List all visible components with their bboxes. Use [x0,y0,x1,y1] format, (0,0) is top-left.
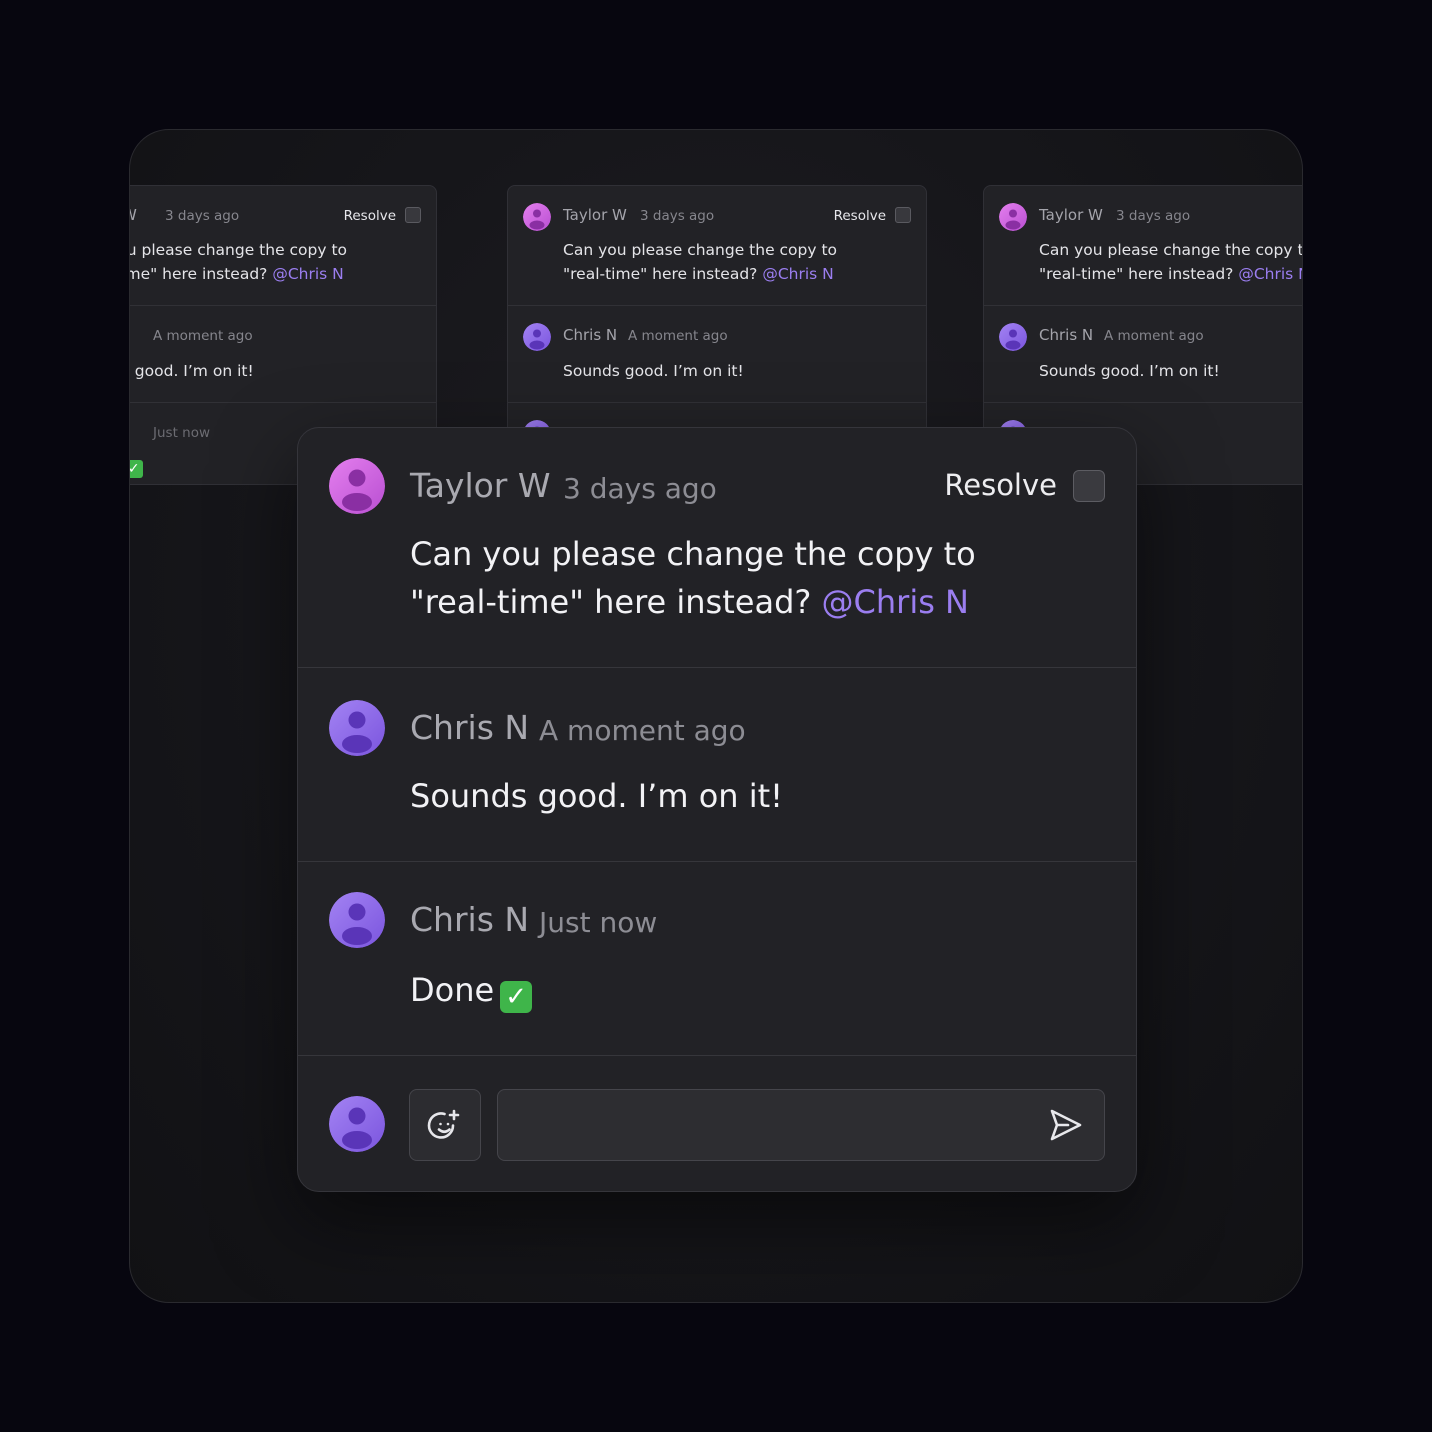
comment: Chris N A moment ago Sounds good. I’m on… [130,306,436,403]
comment-thread-popup: Taylor W 3 days ago Resolve Can you plea… [297,427,1137,1192]
user-avatar-purple-icon [329,1096,385,1152]
send-icon [1050,1109,1082,1141]
comment-timestamp: A moment ago [628,328,728,344]
comment-text: Can you please change the copy to "real-… [563,241,838,283]
user-avatar-purple-icon [523,323,551,351]
comment-text: Can you please change the copy to "real-… [410,535,976,621]
comment-text: Sounds good. I’m on it! [1039,362,1220,380]
comment-text: Can you please change the copy to "real-… [130,241,348,283]
comment-text: Done ✓ [130,453,143,478]
comment-author: Chris N [1039,326,1094,344]
comment: Taylor W 3 days ago Resolve Can you plea… [508,186,926,306]
comment-author: Chris N [410,900,530,939]
reply-input[interactable] [497,1089,1105,1161]
comment-author: Chris N [410,708,530,747]
mention-link[interactable]: @Chris N [272,265,343,283]
send-button[interactable] [1046,1107,1086,1143]
resolve-checkbox[interactable] [405,207,421,223]
user-avatar-purple-icon [329,892,385,948]
check-mark-emoji-icon: ✓ [500,981,533,1013]
comment: Chris N A moment ago Sounds good. I’m on… [298,668,1136,862]
add-emoji-button[interactable] [409,1089,481,1161]
check-mark-emoji-icon: ✓ [130,460,143,478]
comment-text: Sounds good. I’m on it! [563,362,744,380]
resolve-checkbox[interactable] [1073,470,1105,502]
comment: Taylor W 3 days ago Resolve Can you plea… [298,428,1136,668]
mention-link[interactable]: @Chris N [1238,265,1302,283]
resolve-label: Resolve [833,208,886,224]
mention-link[interactable]: @Chris N [762,265,833,283]
user-avatar-pink-icon [329,458,385,514]
resolve-label: Resolve [343,208,396,224]
comment-text: Can you please change the copy to "real-… [1039,238,1302,286]
reply-composer [298,1056,1136,1191]
mention-link[interactable]: @Chris N [822,583,969,621]
comment-timestamp: 3 days ago [640,208,715,224]
resolve-label: Resolve [944,468,1057,502]
comment-timestamp: 3 days ago [165,208,240,224]
comment-text: Sounds good. I’m on it! [130,362,254,380]
comment: Chris N A moment ago Sounds good. I’m on… [508,306,926,403]
resolve-checkbox[interactable] [895,207,911,223]
comment: Chris N Just now Done ✓ [298,862,1136,1056]
user-avatar-pink-icon [523,203,551,231]
user-avatar-purple-icon [999,323,1027,351]
comment-timestamp: A moment ago [1104,328,1204,344]
comment-timestamp: 3 days ago [1116,208,1191,224]
comment: Taylor W 3 days ago Resolve Can you plea… [130,186,436,306]
user-avatar-pink-icon [999,203,1027,231]
user-avatar-purple-icon [329,700,385,756]
comment-author: Chris N [563,326,618,344]
comment-timestamp: A moment ago [153,328,253,344]
comment-author: Taylor W [130,206,137,224]
comment-timestamp: Just now [153,425,211,441]
comment-timestamp: A moment ago [539,714,746,747]
comment-timestamp: Just now [539,906,658,939]
comment-timestamp: 3 days ago [563,472,717,505]
comment-author: Taylor W [1039,206,1103,224]
add-emoji-icon [427,1109,460,1139]
comment-text: Done ✓ [410,966,533,1014]
comment-text: Sounds good. I’m on it! [410,777,783,815]
comment-author: Taylor W [410,466,551,505]
comment: Taylor W 3 days ago Can you please chang… [984,186,1302,306]
app-frame: Taylor W 3 days ago Resolve Can you plea… [129,129,1303,1303]
comment: Chris N A moment ago Sounds good. I’m on… [984,306,1302,403]
comment-author: Taylor W [563,206,627,224]
